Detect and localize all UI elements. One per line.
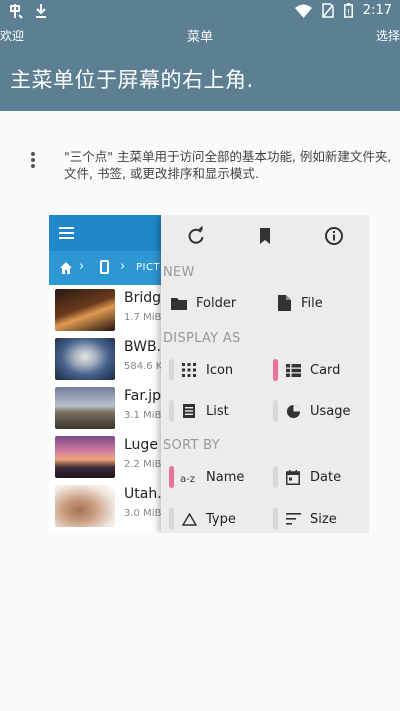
battery-icon: ! (343, 3, 353, 18)
folder-icon (170, 294, 188, 312)
hamburger-icon (59, 227, 74, 239)
section-sort-by: SORT BY (163, 438, 220, 453)
home-icon (59, 260, 73, 279)
list-item: Bridge 1.7 MiB (49, 285, 170, 334)
option-label: Name (206, 469, 245, 485)
option-label: Card (310, 362, 341, 378)
sort-size-option[interactable]: Size (273, 505, 337, 533)
headline: 主菜单位于屏幕的右上角. (10, 68, 254, 92)
svg-text:!: ! (347, 8, 350, 17)
option-label: Size (310, 511, 337, 527)
section-new: NEW (163, 265, 195, 280)
new-file-option[interactable]: File (266, 289, 323, 317)
pie-chart-icon (284, 402, 302, 420)
bookmark-icon[interactable] (254, 225, 276, 247)
file-name: Luge (124, 437, 158, 453)
menu-toolbar (161, 225, 369, 249)
selection-indicator (273, 466, 278, 488)
image-thumbnail (55, 485, 115, 527)
file-size: 3.1 MiB (124, 410, 162, 421)
clock-time: 2:17 (362, 3, 392, 18)
download-icon (34, 3, 48, 19)
file-name: Utah. (124, 486, 162, 502)
list-item: Luge 2.2 MiB (49, 432, 161, 481)
card-list-icon (284, 361, 302, 379)
next-button[interactable]: 选择 (376, 27, 400, 44)
selection-indicator (169, 359, 174, 381)
sort-lines-icon (284, 510, 302, 528)
description-text: "三个点" 主菜单用于访问全部的基本功能, 例如新建文件夹, 文件, 书签, 或… (64, 149, 392, 181)
file-name: Far.jp (124, 388, 162, 404)
page-title: 菜单 (186, 30, 213, 45)
option-label: Icon (206, 362, 234, 378)
status-bar: ! 2:17 (0, 0, 400, 24)
option-label: Usage (310, 403, 351, 419)
display-usage-option[interactable]: Usage (273, 397, 351, 425)
file-name: BWB. (124, 339, 162, 355)
sort-date-option[interactable]: Date (273, 463, 341, 491)
selection-indicator (273, 508, 278, 530)
list-item: BWB. 584.6 K (49, 334, 163, 383)
display-list-option[interactable]: List (169, 397, 229, 425)
more-vert-icon (24, 146, 42, 172)
chevron-right-icon: › (79, 259, 85, 274)
sort-name-option[interactable]: a-z Name (169, 463, 244, 491)
image-thumbnail (55, 387, 115, 429)
new-folder-option[interactable]: Folder (161, 289, 236, 317)
menu-screenshot: › › PICTU Bridge 1.7 MiB BWB. 584.6 K Fa… (49, 215, 369, 533)
file-size: 2.2 MiB (124, 459, 162, 470)
option-label: List (206, 403, 229, 419)
header-banner: 主菜单位于屏幕的右上角. (0, 46, 400, 111)
selection-indicator (169, 400, 174, 422)
tutorial-nav-bar: 欢迎 菜单 选择 (0, 24, 400, 46)
selection-indicator (169, 466, 174, 488)
sort-alpha-icon: a-z (180, 468, 198, 486)
display-icon-option[interactable]: Icon (169, 356, 233, 384)
info-icon[interactable] (323, 225, 345, 247)
image-thumbnail (55, 289, 115, 331)
chevron-right-icon: › (120, 259, 126, 274)
section-display-as: DISPLAY AS (163, 331, 241, 346)
triangle-icon (180, 510, 198, 528)
calendar-icon (284, 468, 302, 486)
list-item: Utah. 3.0 MiB (49, 481, 162, 530)
file-size: 3.0 MiB (124, 508, 162, 519)
phone-icon (100, 260, 109, 274)
image-thumbnail (55, 338, 115, 380)
file-size: 584.6 K (124, 361, 163, 372)
breadcrumb: › › PICTU (49, 251, 167, 285)
explorer-toolbar (49, 215, 161, 251)
file-icon (275, 294, 293, 312)
list-icon (180, 402, 198, 420)
option-label: File (301, 295, 323, 311)
grid-icon (180, 361, 198, 379)
no-sim-icon (322, 3, 334, 18)
list-item: Far.jp 3.1 MiB (49, 383, 161, 432)
display-card-option[interactable]: Card (273, 356, 340, 384)
overflow-menu: NEW Folder File DISPLAY AS Icon Card Lis… (161, 215, 369, 533)
selection-indicator (273, 359, 278, 381)
svg-text:a-z: a-z (180, 474, 195, 484)
file-list: Bridge 1.7 MiB BWB. 584.6 K Far.jp 3.1 M… (49, 285, 170, 533)
app-notification-icon (8, 3, 24, 19)
refresh-icon[interactable] (185, 225, 207, 247)
option-label: Date (310, 469, 342, 485)
option-label: Type (206, 511, 236, 527)
file-size: 1.7 MiB (124, 312, 162, 323)
image-thumbnail (55, 436, 115, 478)
selection-indicator (273, 400, 278, 422)
option-label: Folder (196, 295, 237, 311)
sort-type-option[interactable]: Type (169, 505, 236, 533)
selection-indicator (169, 508, 174, 530)
wifi-icon (294, 4, 312, 18)
